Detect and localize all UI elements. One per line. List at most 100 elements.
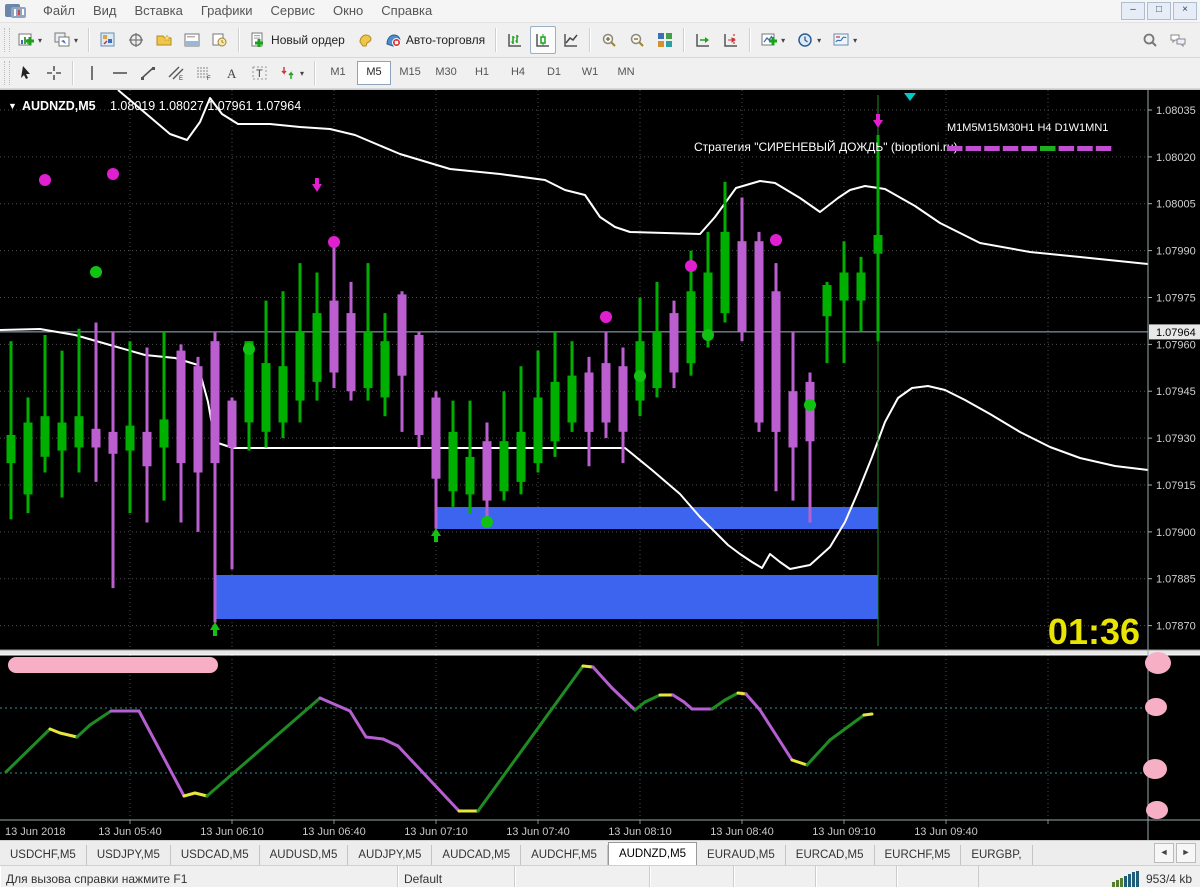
chart-tab-eurgbp[interactable]: EURGBP, xyxy=(961,845,1032,865)
candle-timer: 01:36 xyxy=(1048,611,1140,652)
timeframe-m15-button[interactable]: M15 xyxy=(393,61,427,85)
line-studies-group: E FAT ▾ xyxy=(2,59,320,87)
svg-text:E: E xyxy=(179,76,183,81)
tab-scroll-left-button[interactable]: ◄ xyxy=(1154,843,1174,863)
strategy-label: Стратегия "СИРЕНЕВЫЙ ДОЖДЬ" (bioptioni.r… xyxy=(694,139,958,154)
new-order-button[interactable]: Новый ордер xyxy=(245,26,350,54)
chart-window[interactable]: ▼AUDNZD,M51.08019 1.08027 1.07961 1.0796… xyxy=(0,89,1200,840)
profiles-dropdown-caret[interactable]: ▾ xyxy=(74,36,78,45)
text-label-button[interactable]: T xyxy=(247,59,273,87)
indicators-button[interactable]: ▾ xyxy=(756,26,790,54)
equidistant-channel-button[interactable]: E xyxy=(163,59,189,87)
menu-item-4[interactable]: Графики xyxy=(192,1,262,20)
menu-item-5[interactable]: Сервис xyxy=(262,1,325,20)
tf-dash-6 xyxy=(1059,146,1075,151)
trendline-button[interactable] xyxy=(135,59,161,87)
timeframe-m30-button[interactable]: M30 xyxy=(429,61,463,85)
auto-scroll-button[interactable] xyxy=(690,26,716,54)
profiles-button[interactable]: ▾ xyxy=(49,26,83,54)
vertical-line-button[interactable] xyxy=(79,59,105,87)
new-chart-button[interactable]: ▾ xyxy=(13,26,47,54)
time-axis-label: 13 Jun 2018 xyxy=(5,826,66,838)
terminal-button[interactable] xyxy=(179,26,205,54)
chart-tab-audchfm5[interactable]: AUDCHF,M5 xyxy=(521,845,608,865)
chat-button[interactable] xyxy=(1165,26,1191,54)
chart-tab-audusdm5[interactable]: AUDUSD,M5 xyxy=(260,845,349,865)
horizontal-line-button[interactable] xyxy=(107,59,133,87)
time-axis-label: 13 Jun 08:10 xyxy=(608,826,672,838)
navigator-button[interactable] xyxy=(151,26,177,54)
strategy-tester-button[interactable] xyxy=(207,26,233,54)
toolbar-grip[interactable] xyxy=(4,28,10,52)
new-order-icon xyxy=(250,32,266,48)
terminal-icon xyxy=(184,32,200,48)
menu-item-2[interactable]: Вид xyxy=(84,1,126,20)
templates-button[interactable]: ▾ xyxy=(828,26,862,54)
cursor-button[interactable] xyxy=(13,59,39,87)
toolbar-utilities xyxy=(1136,26,1198,54)
chart-candles-button[interactable] xyxy=(530,26,556,54)
auto-trading-button[interactable]: Авто-торговля xyxy=(380,26,490,54)
menu-items: ФайлВидВставкаГрафикиСервисОкноСправка xyxy=(34,2,441,20)
chart-canvas[interactable]: ▼AUDNZD,M51.08019 1.08027 1.07961 1.0796… xyxy=(0,90,1200,840)
crosshair-button[interactable] xyxy=(41,59,67,87)
timeframe-h4-button[interactable]: H4 xyxy=(501,61,535,85)
market-watch-button[interactable] xyxy=(95,26,121,54)
indicators-icon xyxy=(761,32,777,48)
chart-tab-usdcadm5[interactable]: USDCAD,M5 xyxy=(171,845,260,865)
arrows-dropdown-caret[interactable]: ▾ xyxy=(300,69,304,78)
restore-button[interactable]: □ xyxy=(1147,2,1171,20)
chart-tab-audjpym5[interactable]: AUDJPY,M5 xyxy=(348,845,432,865)
equidistant-channel-icon: E xyxy=(168,65,184,81)
menu-item-7[interactable]: Справка xyxy=(372,1,441,20)
profiles-icon xyxy=(54,32,70,48)
toolbar-grip[interactable] xyxy=(4,61,10,85)
chart-tab-audcadm5[interactable]: AUDCAD,M5 xyxy=(432,845,521,865)
timeframe-m1-button[interactable]: M1 xyxy=(321,61,355,85)
timeframe-d1-button[interactable]: D1 xyxy=(537,61,571,85)
indicators-dropdown-caret[interactable]: ▾ xyxy=(781,36,785,45)
mql5-community-button[interactable] xyxy=(352,26,378,54)
chart-tab-usdchfm5[interactable]: USDCHF,M5 xyxy=(0,845,87,865)
search-icon xyxy=(1142,32,1158,48)
tf-dash-5 xyxy=(1040,146,1056,151)
templates-icon xyxy=(833,32,849,48)
arrows-button[interactable]: ▾ xyxy=(275,59,309,87)
toolbar-separator xyxy=(88,28,90,52)
timeframe-m5-button[interactable]: M5 xyxy=(357,61,391,85)
templates-dropdown-caret[interactable]: ▾ xyxy=(853,36,857,45)
fibonacci-button[interactable]: F xyxy=(191,59,217,87)
timeframe-h1-button[interactable]: H1 xyxy=(465,61,499,85)
trendline-icon xyxy=(140,65,156,81)
menu-item-1[interactable]: Файл xyxy=(34,1,84,20)
text-button[interactable]: A xyxy=(219,59,245,87)
chart-line-button[interactable] xyxy=(558,26,584,54)
search-button[interactable] xyxy=(1137,26,1163,54)
chart-shift-button[interactable] xyxy=(718,26,744,54)
tab-scroll-right-button[interactable]: ► xyxy=(1176,843,1196,863)
menu-item-6[interactable]: Окно xyxy=(324,1,372,20)
zoom-out-button[interactable] xyxy=(624,26,650,54)
minimize-button[interactable]: – xyxy=(1121,2,1145,20)
periods-dropdown-caret[interactable]: ▾ xyxy=(817,36,821,45)
chart-tab-usdjpym5[interactable]: USDJPY,M5 xyxy=(87,845,171,865)
chart-tab-eurcadm5[interactable]: EURCAD,M5 xyxy=(786,845,875,865)
chart-tab-eurchfm5[interactable]: EURCHF,M5 xyxy=(875,845,962,865)
new-chart-dropdown-caret[interactable]: ▾ xyxy=(38,36,42,45)
close-button[interactable]: × xyxy=(1173,2,1197,20)
timeframe-w1-button[interactable]: W1 xyxy=(573,61,607,85)
toolbar-separator xyxy=(495,28,497,52)
zoom-in-button[interactable] xyxy=(596,26,622,54)
chart-tab-audnzdm5[interactable]: AUDNZD,M5 xyxy=(608,842,697,865)
crosshair-icon xyxy=(46,65,62,81)
menu-item-3[interactable]: Вставка xyxy=(126,1,192,20)
periods-button[interactable]: ▾ xyxy=(792,26,826,54)
timeframe-mn-button[interactable]: MN xyxy=(609,61,643,85)
chart-tab-euraudm5[interactable]: EURAUD,M5 xyxy=(697,845,786,865)
chart-bars-button[interactable] xyxy=(502,26,528,54)
toolbar-separator xyxy=(683,28,685,52)
tile-windows-button[interactable] xyxy=(652,26,678,54)
time-axis-label: 13 Jun 06:10 xyxy=(200,826,264,838)
data-window-button[interactable] xyxy=(123,26,149,54)
time-axis-label: 13 Jun 09:40 xyxy=(914,826,978,838)
